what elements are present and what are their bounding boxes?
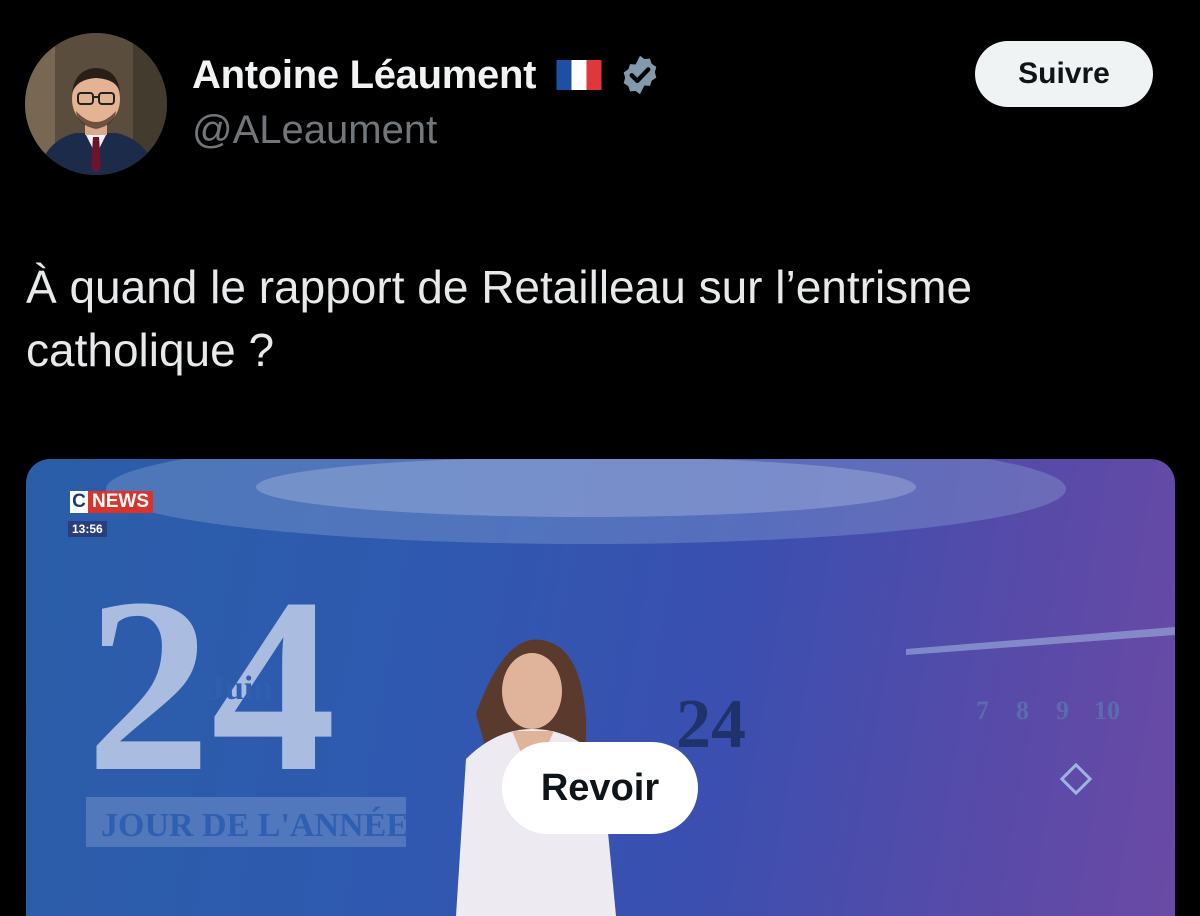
author-name-row: Antoine Léaument bbox=[192, 50, 662, 100]
calendar-number: 8 bbox=[1016, 696, 1029, 725]
broadcast-time: 13:56 bbox=[68, 521, 107, 537]
avatar[interactable] bbox=[25, 33, 167, 175]
calendar-number: 9 bbox=[1056, 696, 1069, 725]
cnews-logo: C NEWS bbox=[70, 491, 153, 513]
tweet-video[interactable]: 24 Juin JOUR DE L'ANNÉE 24 7 8 9 10 C NE… bbox=[26, 459, 1175, 916]
svg-text:24: 24 bbox=[676, 686, 746, 763]
author-display-name[interactable]: Antoine Léaument bbox=[192, 53, 536, 98]
tweet-text: À quand le rapport de Retailleau sur l’e… bbox=[26, 261, 973, 376]
author-handle[interactable]: @ALeaument bbox=[192, 108, 437, 153]
profile-photo bbox=[25, 33, 167, 175]
replay-button[interactable]: Revoir bbox=[502, 742, 698, 834]
france-flag-icon bbox=[554, 60, 604, 90]
verified-badge-icon[interactable] bbox=[618, 53, 662, 97]
banner-text: JOUR DE L'ANNÉE bbox=[101, 807, 409, 844]
date-month: Juin bbox=[208, 670, 272, 707]
calendar-number: 7 bbox=[976, 696, 989, 725]
follow-button[interactable]: Suivre bbox=[975, 41, 1153, 107]
video-thumbnail: 24 Juin JOUR DE L'ANNÉE 24 7 8 9 10 bbox=[86, 459, 1175, 916]
calendar-number: 10 bbox=[1094, 696, 1120, 725]
